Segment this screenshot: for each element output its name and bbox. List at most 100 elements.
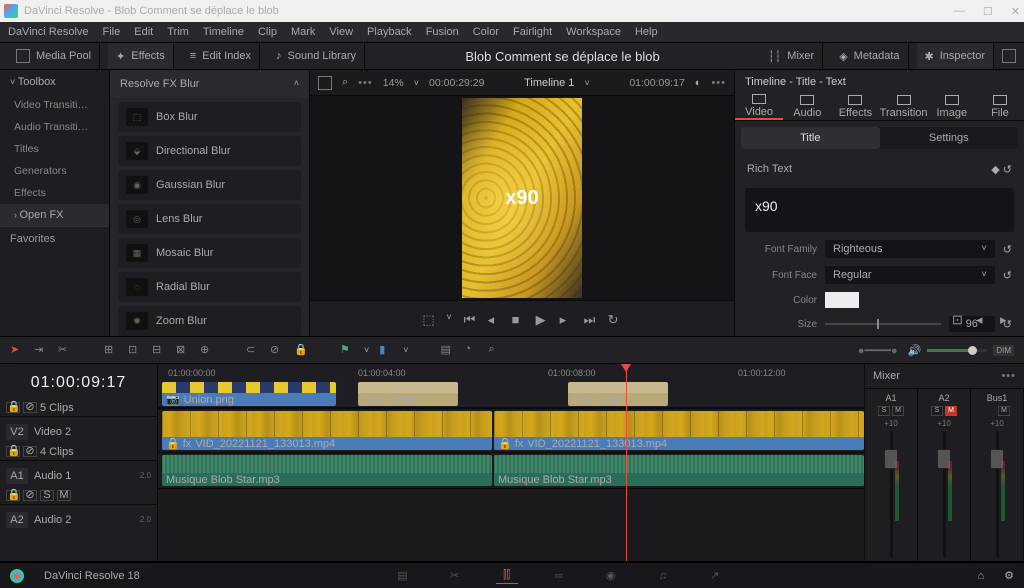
search-icon[interactable]: ⌕ [489,343,503,357]
menu-fairlight[interactable]: Fairlight [513,26,552,38]
next-edit-button[interactable]: ▸ [1000,312,1014,326]
favorites-header[interactable]: Favorites [0,226,109,251]
stop-button[interactable]: ■ [512,312,526,326]
metadata-toggle[interactable]: ◈Metadata [831,43,908,69]
color-swatch[interactable] [825,292,859,308]
clip-text90[interactable]: Text - x90 [568,382,668,406]
menu-clip[interactable]: Clip [258,26,277,38]
menu-workspace[interactable]: Workspace [566,26,621,38]
track-header-a2[interactable]: A2 Audio 2 2.0 [0,504,157,534]
playhead-timecode[interactable]: 01:00:09:17 [0,364,157,402]
size-slider[interactable] [825,323,941,325]
menu-mark[interactable]: Mark [291,26,315,38]
track-tag-a1[interactable]: A1 [6,468,28,484]
prev-frame-button[interactable]: ◂ [488,312,502,326]
keyframe-icon[interactable]: ◆ [991,164,999,176]
viewer-menu[interactable]: ••• [711,77,726,89]
home-icon[interactable]: ⌂ [977,570,984,582]
menu-timeline[interactable]: Timeline [203,26,244,38]
lock-icon[interactable]: 🔒 [294,343,308,357]
viewer-layout-icon[interactable] [318,76,332,90]
trim-tool[interactable]: ⇥ [34,343,48,357]
zoom-slider-icon[interactable]: ◔ [465,343,479,357]
track-link-icon[interactable]: ⊘ [23,446,37,457]
zoom-level[interactable]: 14% [383,77,404,89]
richtext-header[interactable]: Rich Text◆ ↺ [735,155,1024,184]
replace-clip-icon[interactable]: ⊟ [152,343,166,357]
subtab-title[interactable]: Title [741,127,880,149]
inspector-tab-transition[interactable]: Transition [880,94,928,120]
window-minimize[interactable]: — [954,5,965,18]
reset-icon[interactable]: ↺ [1003,269,1012,282]
toolbox-generators[interactable]: Generators [0,160,109,182]
toolbox-video-trans[interactable]: Video Transiti… [0,94,109,116]
track-link-icon[interactable]: ⊘ [23,402,37,413]
page-media[interactable]: ▤ [392,568,414,584]
prev-edit-button[interactable]: ◂ [976,312,990,326]
viewer-options[interactable]: ••• [358,77,373,89]
mixer-toggle[interactable]: ┆┆Mixer [760,43,823,69]
track-a2[interactable] [158,488,864,524]
timeline-ruler[interactable]: 01:00:00:00 01:00:04:00 01:00:08:00 01:0… [158,364,864,408]
fit-clip-icon[interactable]: ⊠ [176,343,190,357]
next-frame-button[interactable]: ▸ [560,312,574,326]
search-icon[interactable]: ⌕ [342,76,348,89]
toolbox-openfx[interactable]: › Open FX [0,204,109,226]
page-cut[interactable]: ✂ [444,568,466,584]
append-clip-icon[interactable]: ⊕ [200,343,214,357]
selection-tool[interactable]: ➤ [10,343,24,357]
menu-fusion[interactable]: Fusion [426,26,459,38]
menu-davinci[interactable]: DaVinci Resolve [8,26,89,38]
fx-zoom-blur[interactable]: ✺Zoom Blur [118,306,301,336]
timeline-name[interactable]: Timeline 1 [524,77,574,89]
toolbox-audio-trans[interactable]: Audio Transiti… [0,116,109,138]
window-maximize[interactable]: ☐ [983,5,993,18]
layout-icon[interactable] [1002,49,1016,63]
font-family-select[interactable]: Righteous˅ [825,240,995,258]
menu-view[interactable]: View [329,26,353,38]
inspector-toggle[interactable]: ✱Inspector [917,43,994,69]
clip-vid-1[interactable]: 🔒 fxVID_20221121_133013.mp4 [162,411,492,450]
clip-union[interactable]: 📷Union.png [162,382,336,406]
track-header-a1[interactable]: A1 Audio 1 2.0 [0,460,157,490]
fx-category-blur[interactable]: Resolve FX Blur˄ [110,70,309,98]
clip-music-2[interactable]: Musique Blob Star.mp3 [494,455,864,486]
playhead[interactable] [626,364,627,561]
settings-icon[interactable]: ⚙ [1004,569,1014,582]
inspector-tab-audio[interactable]: Audio [783,94,831,120]
inspector-tab-effects[interactable]: Effects [831,94,879,120]
track-header-v2[interactable]: V2 Video 2 [0,416,157,446]
menu-trim[interactable]: Trim [167,26,189,38]
menu-edit[interactable]: Edit [134,26,153,38]
track-arm-icon[interactable]: ⊘ [23,490,37,501]
clip-text900[interactable]: Text - x900 [358,382,458,406]
clip-vid-2[interactable]: 🔒 fxVID_20221121_133013.mp4 [494,411,864,450]
snap-toggle[interactable]: ⊂ [246,343,260,357]
page-fairlight[interactable]: ♫ [652,568,674,584]
bypass-icon[interactable]: ◐ [695,77,702,89]
toolbox-header[interactable]: ˅ Toolbox [0,70,109,94]
edit-index-toggle[interactable]: ≡Edit Index [182,43,260,69]
track-lock-icon[interactable]: 🔒 [6,490,20,501]
fader-a2[interactable] [934,431,954,557]
track-tag-a2[interactable]: A2 [6,512,28,528]
mixer-menu[interactable]: ••• [1001,370,1016,382]
link-toggle[interactable]: ⊘ [270,343,284,357]
track-a1[interactable]: Musique Blob Star.mp3 Musique Blob Star.… [158,452,864,488]
inspector-tab-file[interactable]: File [976,94,1024,120]
page-fusion[interactable]: ∞ [548,568,570,584]
track-lock-icon[interactable]: 🔒 [6,446,20,457]
flag-button[interactable]: ⚑ [340,343,354,357]
fx-directional-blur[interactable]: ⬙Directional Blur [118,136,301,166]
track-lock-icon[interactable]: 🔒 [6,402,20,413]
sound-library-toggle[interactable]: ♪Sound Library [268,43,365,69]
dim-button[interactable]: DIM [993,345,1014,356]
crop-icon[interactable]: ⬚ [422,312,436,326]
play-button[interactable]: ▶ [536,312,550,326]
track-tag-v2[interactable]: V2 [6,424,28,440]
reset-icon[interactable]: ↺ [1003,164,1012,176]
track-mute-button[interactable]: M [57,490,71,501]
font-face-select[interactable]: Regular˅ [825,266,995,284]
inspector-tab-image[interactable]: Image [928,94,976,120]
title-text-input[interactable]: x90 [745,188,1014,232]
